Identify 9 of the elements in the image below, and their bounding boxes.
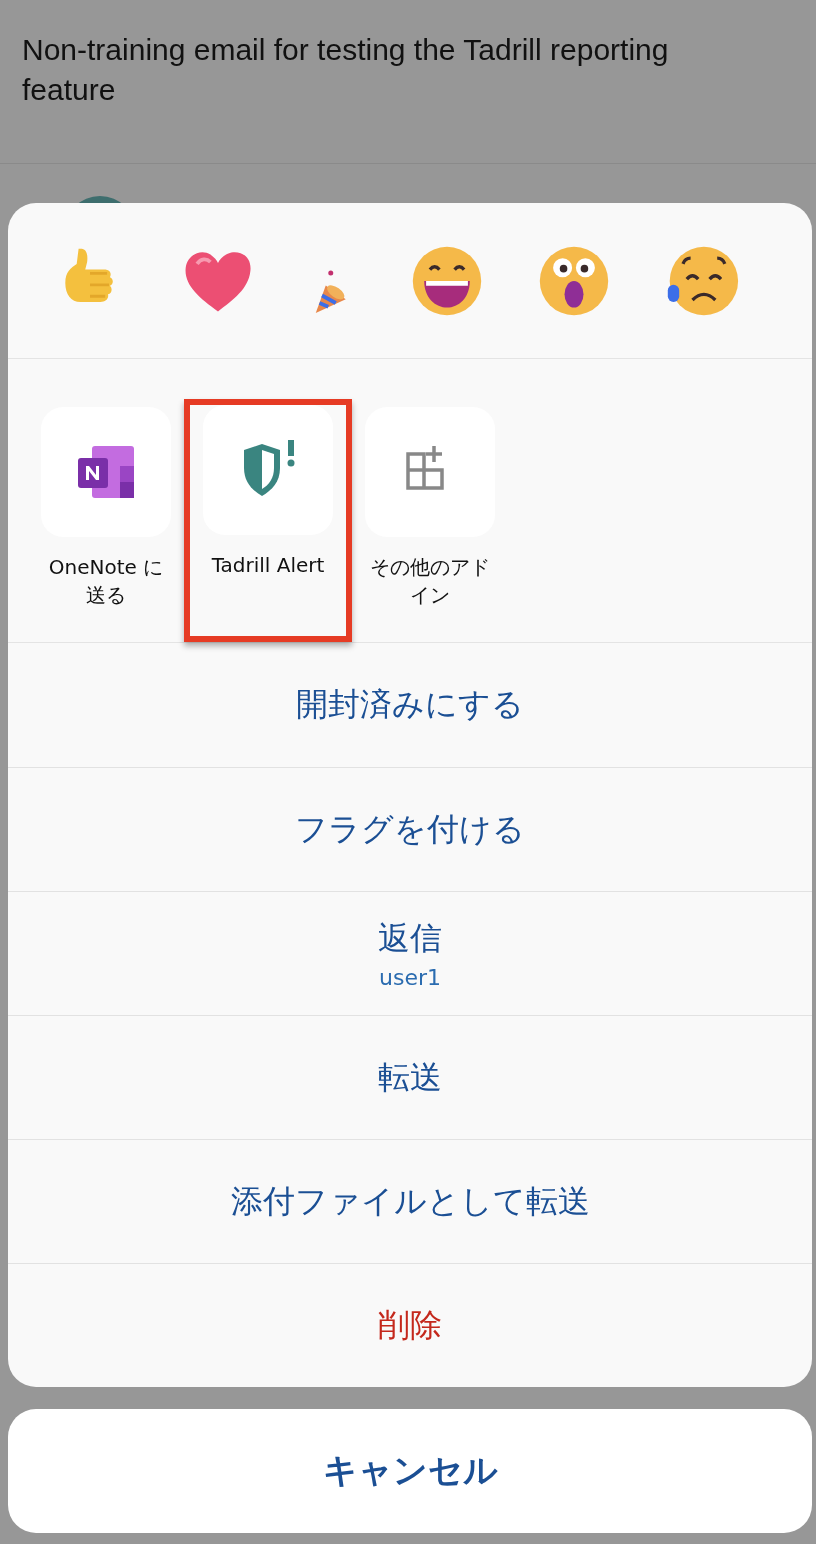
add-in-button[interactable]: Tadrill Alert: [184, 399, 352, 642]
action-button[interactable]: 削除: [8, 1263, 812, 1387]
action-button[interactable]: 返信 user1: [8, 891, 812, 1015]
action-button[interactable]: フラグを付ける: [8, 767, 812, 891]
action-button[interactable]: 開封済みにする: [8, 643, 812, 767]
cancel-button[interactable]: キャンセル: [8, 1409, 812, 1533]
email-subject: Non-training email for testing the Tadrill reporting feature: [22, 32, 670, 108]
action-button[interactable]: 添付ファイルとして転送: [8, 1139, 812, 1263]
action-button[interactable]: 転送: [8, 1015, 812, 1139]
